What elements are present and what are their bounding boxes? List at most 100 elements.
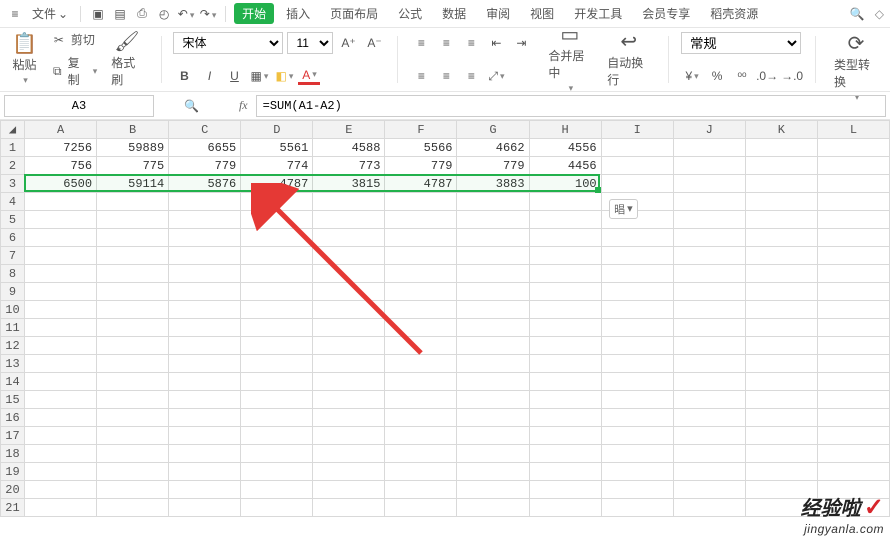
cell[interactable] [241, 283, 313, 301]
cell[interactable] [169, 301, 241, 319]
row-header[interactable]: 21 [1, 499, 25, 517]
cell[interactable] [673, 463, 745, 481]
cell[interactable]: 5876 [169, 175, 241, 193]
cell[interactable] [817, 283, 889, 301]
cell[interactable] [817, 157, 889, 175]
increase-decimal-icon[interactable]: →.0 [781, 65, 803, 87]
row-header[interactable]: 16 [1, 409, 25, 427]
row-header[interactable]: 5 [1, 211, 25, 229]
cell[interactable] [241, 301, 313, 319]
cell[interactable] [457, 463, 529, 481]
redo-icon[interactable]: ↷ [199, 7, 217, 21]
cell[interactable] [169, 229, 241, 247]
decrease-decimal-icon[interactable]: .0→ [756, 65, 778, 87]
cell[interactable] [817, 175, 889, 193]
cell[interactable] [601, 409, 673, 427]
cell[interactable] [97, 247, 169, 265]
row-header[interactable]: 7 [1, 247, 25, 265]
wrap-text-button[interactable]: ↩ 自动换行 [601, 30, 656, 90]
cell[interactable] [313, 265, 385, 283]
cell[interactable] [241, 319, 313, 337]
cell[interactable] [601, 373, 673, 391]
cell[interactable] [457, 211, 529, 229]
cell[interactable] [25, 445, 97, 463]
cell[interactable]: 100 [529, 175, 601, 193]
col-header[interactable]: C [169, 121, 241, 139]
cell[interactable] [97, 463, 169, 481]
cell[interactable] [169, 445, 241, 463]
cell[interactable] [673, 337, 745, 355]
cell[interactable] [601, 247, 673, 265]
cell[interactable] [25, 193, 97, 211]
cell[interactable] [817, 211, 889, 229]
cell[interactable] [25, 211, 97, 229]
undo-icon[interactable]: ↶ [177, 7, 195, 21]
cell[interactable] [97, 211, 169, 229]
cell[interactable] [529, 499, 601, 517]
cell[interactable] [97, 391, 169, 409]
cell[interactable] [313, 193, 385, 211]
print-icon[interactable]: ⎙ [133, 6, 151, 21]
printarea-icon[interactable]: ▤ [111, 7, 129, 21]
cell[interactable] [313, 211, 385, 229]
cell[interactable] [97, 265, 169, 283]
cell[interactable] [817, 391, 889, 409]
cell[interactable] [313, 247, 385, 265]
orientation-icon[interactable]: ⤢ [485, 65, 507, 87]
cell[interactable] [241, 481, 313, 499]
cell[interactable] [601, 463, 673, 481]
cell[interactable] [529, 283, 601, 301]
cell[interactable] [385, 409, 457, 427]
cell[interactable] [457, 499, 529, 517]
cell[interactable] [97, 409, 169, 427]
cell[interactable]: 5561 [241, 139, 313, 157]
cell[interactable] [601, 139, 673, 157]
row-header[interactable]: 19 [1, 463, 25, 481]
cell[interactable] [25, 229, 97, 247]
cell[interactable] [97, 229, 169, 247]
cell[interactable] [313, 355, 385, 373]
merge-center-button[interactable]: ▭ 合并居中 [542, 23, 597, 96]
tab-devtools[interactable]: 开发工具 [566, 3, 630, 24]
cell[interactable] [529, 193, 601, 211]
cell[interactable] [529, 427, 601, 445]
cell[interactable] [529, 211, 601, 229]
cell[interactable] [601, 283, 673, 301]
font-size-select[interactable]: 11 [287, 32, 333, 54]
col-header[interactable]: J [673, 121, 745, 139]
cell[interactable] [457, 445, 529, 463]
cell[interactable] [313, 301, 385, 319]
cell[interactable] [241, 211, 313, 229]
cell[interactable] [241, 409, 313, 427]
cell[interactable] [817, 193, 889, 211]
cell[interactable] [241, 445, 313, 463]
cell[interactable]: 779 [457, 157, 529, 175]
cut-button[interactable]: ✂ 剪切 [47, 30, 101, 49]
cell[interactable] [817, 409, 889, 427]
currency-icon[interactable]: ¥ [681, 65, 703, 87]
cell[interactable]: 4662 [457, 139, 529, 157]
cell[interactable] [169, 319, 241, 337]
cell[interactable] [169, 283, 241, 301]
cell[interactable] [817, 229, 889, 247]
comma-icon[interactable]: ᵒᵒ [731, 65, 753, 87]
cell[interactable]: 7256 [25, 139, 97, 157]
cell[interactable] [673, 247, 745, 265]
preview-icon[interactable]: ◴ [155, 7, 173, 21]
cell[interactable] [673, 355, 745, 373]
cell[interactable] [25, 373, 97, 391]
col-header[interactable]: L [817, 121, 889, 139]
cell[interactable] [97, 445, 169, 463]
col-header[interactable]: E [313, 121, 385, 139]
bold-button[interactable]: B [173, 65, 195, 87]
align-top-icon[interactable]: ≡ [410, 32, 432, 54]
cell[interactable] [457, 265, 529, 283]
cell[interactable] [241, 265, 313, 283]
cell[interactable] [241, 193, 313, 211]
cell[interactable] [601, 301, 673, 319]
cell[interactable] [97, 427, 169, 445]
cell[interactable] [601, 265, 673, 283]
select-all-corner[interactable]: ◢ [1, 121, 25, 139]
col-header[interactable]: A [25, 121, 97, 139]
cell[interactable] [25, 409, 97, 427]
